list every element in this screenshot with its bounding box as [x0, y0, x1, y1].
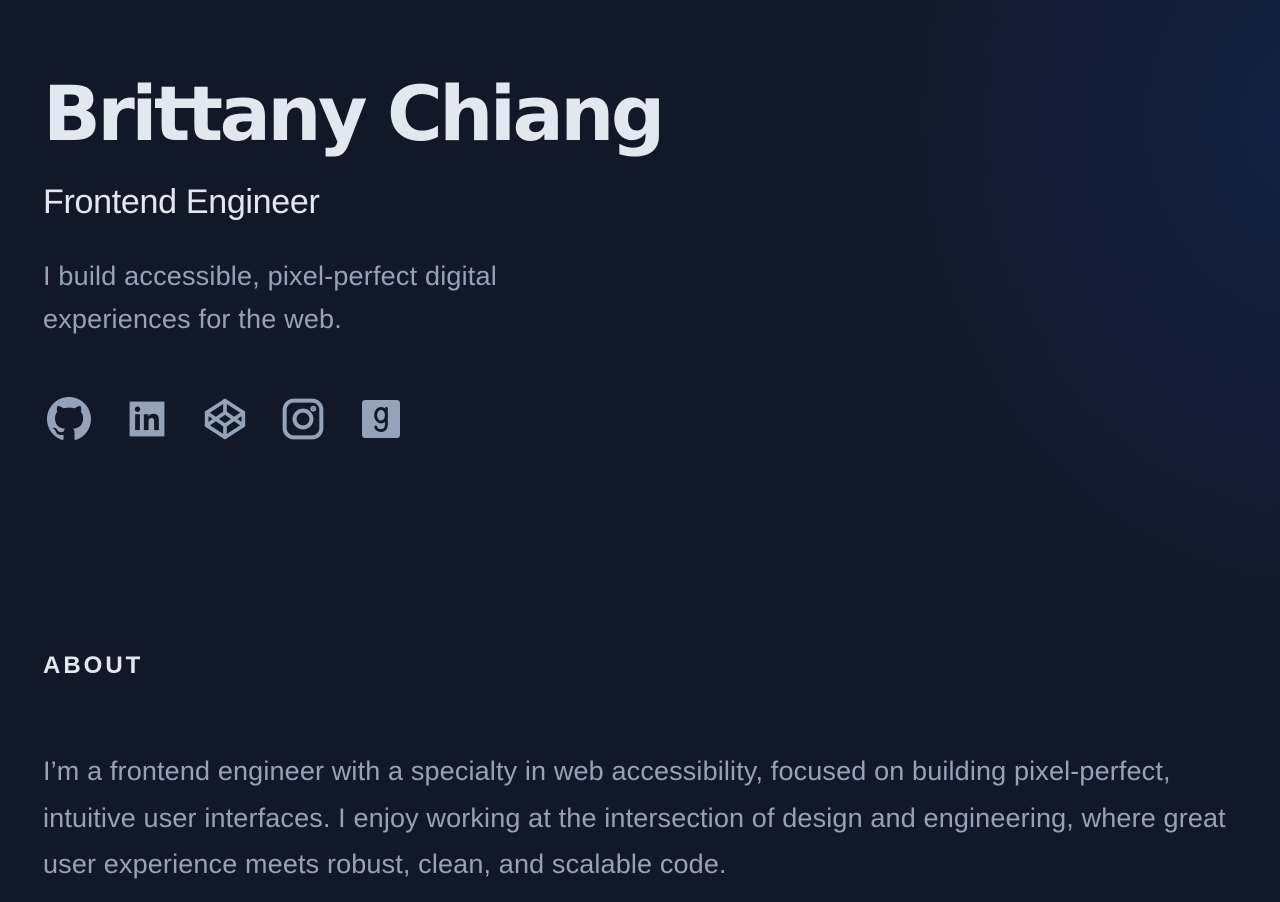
- goodreads-icon: [362, 400, 400, 438]
- page-title: Brittany Chiang: [43, 69, 665, 158]
- about-heading: About: [43, 652, 144, 679]
- social-links: [47, 396, 403, 442]
- job-title: Frontend Engineer: [43, 183, 320, 221]
- about-paragraph: I’m a frontend engineer with a specialty…: [43, 756, 1226, 879]
- goodreads-link[interactable]: [359, 396, 403, 442]
- codepen-icon: [203, 397, 247, 441]
- linkedin-link[interactable]: [125, 396, 169, 442]
- linkedin-icon: [128, 400, 166, 438]
- instagram-icon: [281, 397, 325, 441]
- tagline: I build accessible, pixel-perfect digita…: [43, 261, 497, 334]
- github-icon: [47, 397, 91, 441]
- codepen-link[interactable]: [203, 396, 247, 442]
- github-link[interactable]: [47, 396, 91, 442]
- instagram-link[interactable]: [281, 396, 325, 442]
